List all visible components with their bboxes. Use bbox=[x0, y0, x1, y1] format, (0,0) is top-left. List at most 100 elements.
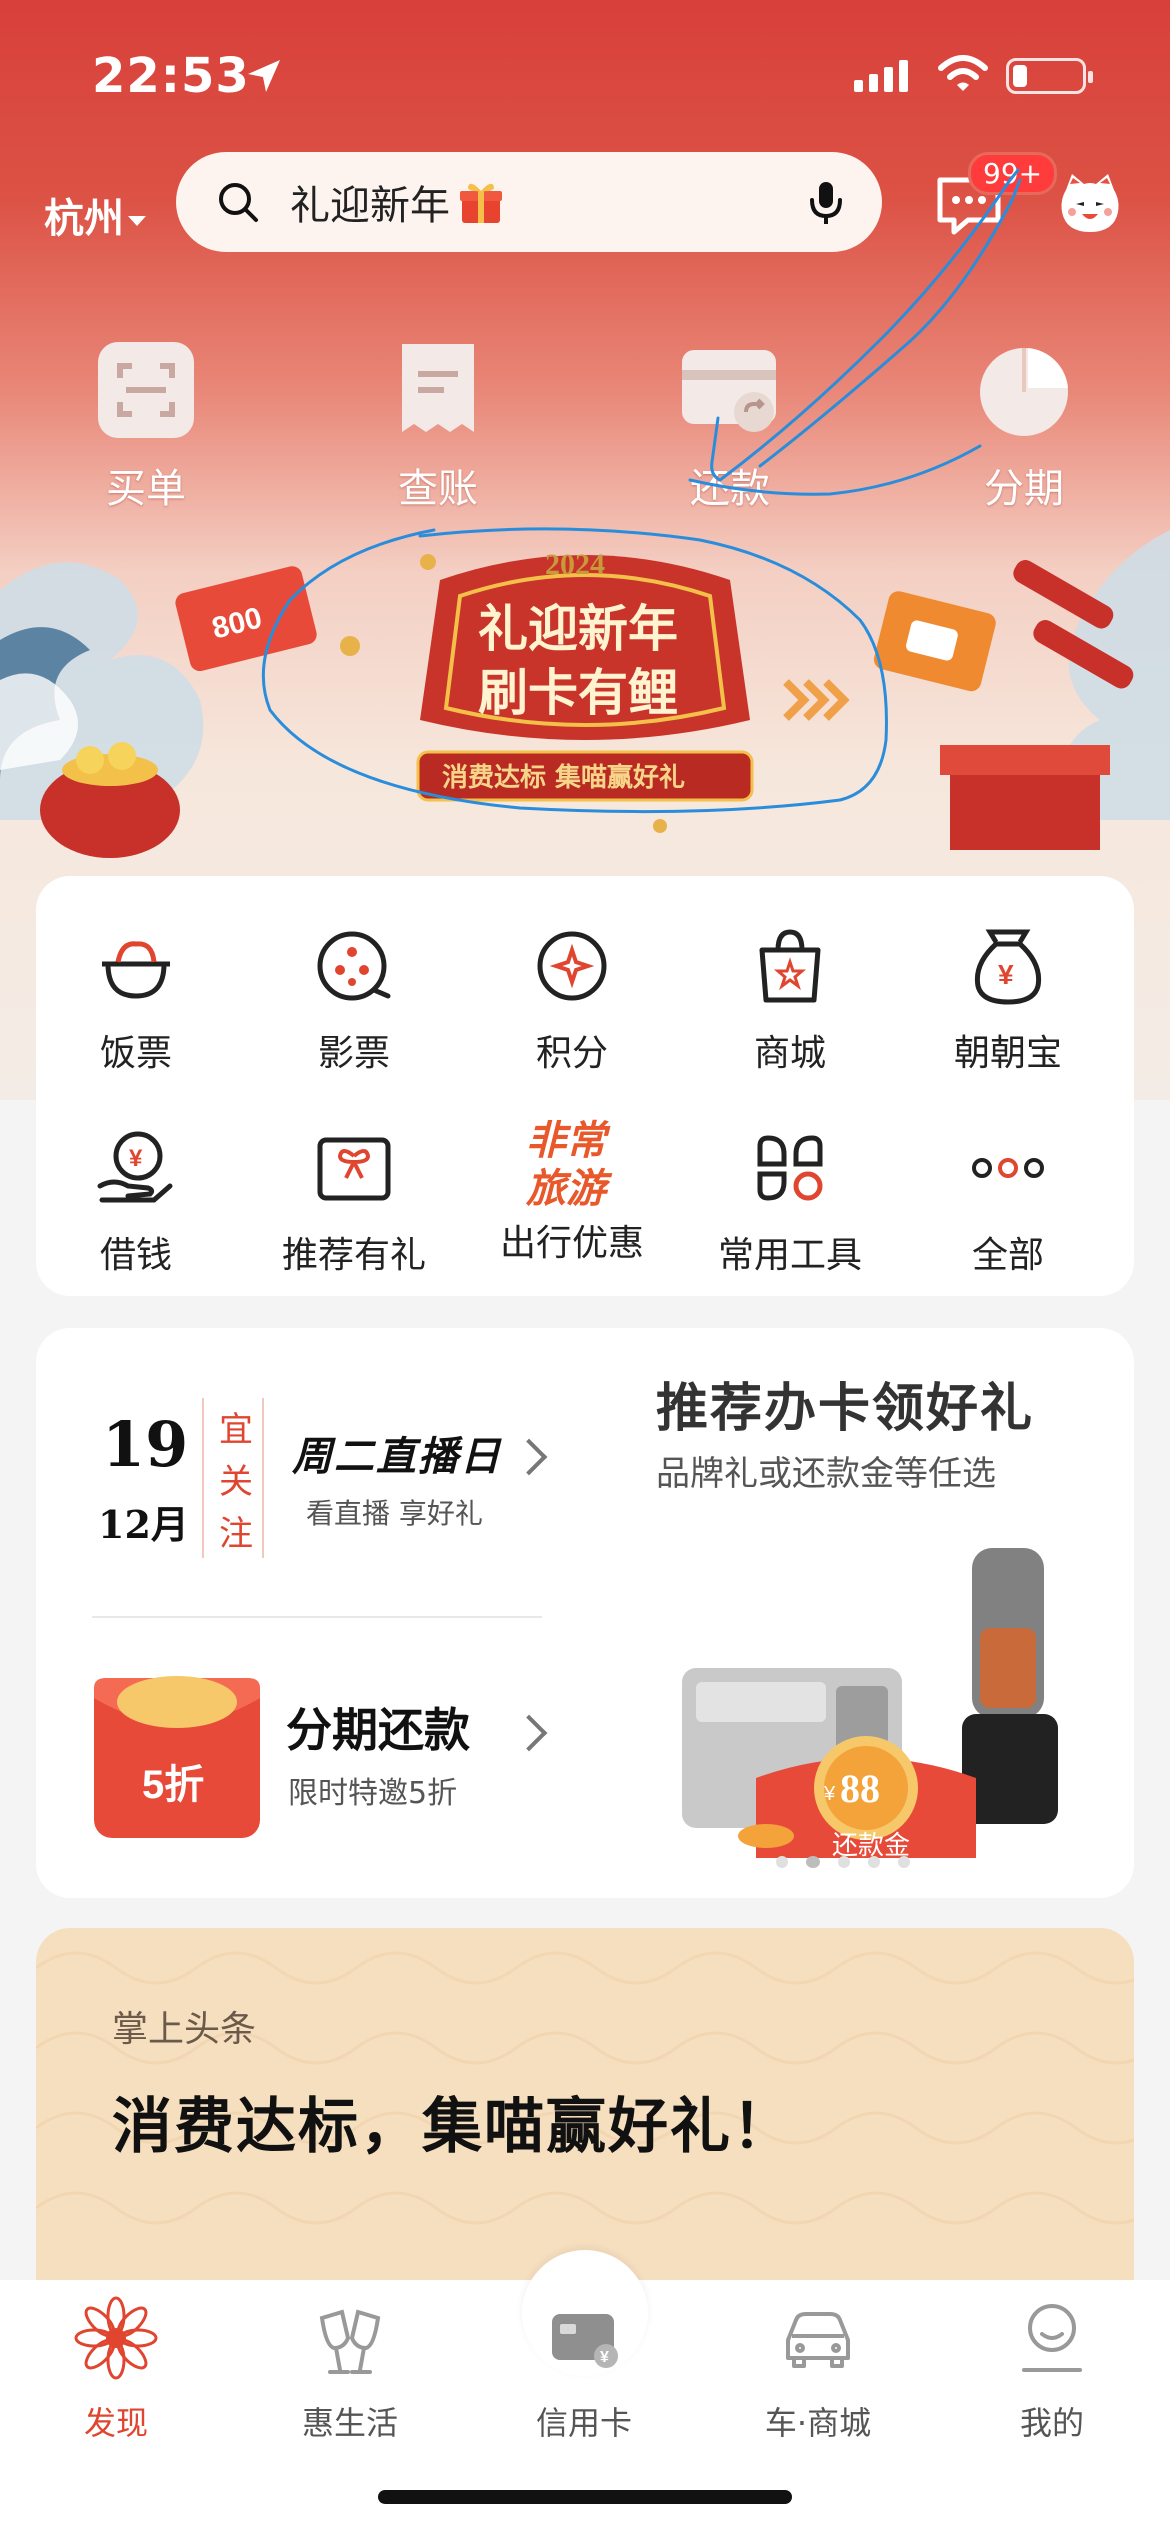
car-icon bbox=[786, 2312, 850, 2368]
tab-discover[interactable]: 发现 bbox=[26, 2296, 206, 2444]
red-envelope-icon: 5折 bbox=[94, 1676, 260, 1838]
menu-item-label: 积分 bbox=[535, 1033, 608, 1074]
installment-subtitle: 限时特邀5折 bbox=[288, 1776, 458, 1811]
menu-item-label: 饭票 bbox=[99, 1033, 172, 1074]
wifi-icon bbox=[938, 55, 988, 91]
credit-card-icon: ¥ bbox=[552, 2314, 618, 2368]
quick-action-bill[interactable]: 查账 bbox=[368, 340, 508, 514]
new-year-banner[interactable]: 800 2024 礼迎新年 刷卡有鲤 消费达标 集喵赢好礼 bbox=[0, 520, 1170, 880]
carousel-indicator bbox=[776, 1856, 910, 1868]
quick-action-label: 查账 bbox=[398, 466, 478, 512]
cellular-signal-icon bbox=[854, 58, 908, 92]
film-reel-icon bbox=[317, 931, 391, 1001]
menu-item-label: 朝朝宝 bbox=[953, 1033, 1062, 1074]
live-title: 周二直播日 bbox=[292, 1434, 502, 1480]
rice-bowl-icon bbox=[102, 941, 170, 999]
tab-label: 信用卡 bbox=[535, 2404, 632, 2442]
tab-car-mall[interactable]: 车·商城 bbox=[728, 2296, 908, 2444]
caret-down-icon bbox=[128, 216, 146, 226]
quick-action-installment[interactable]: 分期 bbox=[954, 340, 1094, 514]
quick-action-label: 还款 bbox=[690, 466, 770, 512]
divider bbox=[92, 1616, 542, 1618]
city-selector[interactable]: 杭州 bbox=[44, 186, 146, 244]
quick-action-pay[interactable]: 买单 bbox=[76, 340, 216, 514]
travel-promo-icon: 非常 旅游 bbox=[525, 1118, 613, 1212]
tab-label: 车·商城 bbox=[764, 2404, 872, 2442]
installment-title: 分期还款 bbox=[286, 1703, 470, 1757]
message-badge: 99+ bbox=[968, 152, 1058, 195]
live-subtitle: 看直播 享好礼 bbox=[306, 1497, 483, 1530]
calendar-month: 12月 bbox=[98, 1502, 189, 1547]
tab-label: 惠生活 bbox=[301, 2404, 398, 2442]
tab-credit-card[interactable]: ¥ 信用卡 bbox=[494, 2296, 674, 2444]
search-icon bbox=[219, 183, 258, 222]
status-time: 22:53 bbox=[92, 48, 250, 104]
service-menu: 饭票 影票 积分 商城 ¥ 朝朝宝 ¥ 借钱 推荐有礼 非常 旅游 出行优惠 常… bbox=[36, 876, 1134, 1296]
envelope-text: 5折 bbox=[142, 1763, 204, 1807]
cheers-glasses-icon bbox=[319, 2309, 381, 2374]
tab-life[interactable]: 惠生活 bbox=[260, 2296, 440, 2444]
loan-hand-icon: ¥ bbox=[97, 1131, 173, 1203]
battery-icon bbox=[1006, 58, 1093, 94]
banner-year: 2024 bbox=[545, 548, 605, 581]
search-bar[interactable]: 礼迎新年 bbox=[176, 152, 882, 252]
recommend-title: 推荐办卡领好礼 bbox=[656, 1378, 1035, 1439]
gift-icon bbox=[460, 183, 502, 223]
headline-title: 消费达标，集喵赢好礼！ bbox=[112, 2092, 794, 2162]
reward-amount: 88 bbox=[840, 1766, 880, 1811]
menu-item-meal-ticket[interactable]: 饭票 bbox=[36, 924, 236, 1076]
scan-pay-icon bbox=[98, 342, 194, 438]
search-placeholder: 礼迎新年 bbox=[290, 183, 450, 229]
points-icon bbox=[537, 931, 607, 1001]
menu-item-label: 全部 bbox=[971, 1235, 1044, 1276]
recommend-subtitle: 品牌礼或还款金等任选 bbox=[656, 1454, 996, 1494]
chevron-right-icon bbox=[510, 1714, 548, 1752]
city-label: 杭州 bbox=[44, 196, 124, 242]
quick-action-label: 分期 bbox=[984, 466, 1064, 512]
tab-profile[interactable]: 我的 bbox=[962, 2296, 1142, 2444]
bill-icon bbox=[402, 344, 474, 432]
chevron-right-icon bbox=[510, 1438, 548, 1476]
microphone-icon[interactable] bbox=[806, 178, 846, 226]
banner-subtitle: 消费达标 集喵赢好礼 bbox=[442, 762, 685, 793]
menu-item-all[interactable]: 全部 bbox=[908, 1126, 1108, 1278]
discover-flower-icon bbox=[74, 2296, 158, 2380]
money-bag-icon: ¥ bbox=[974, 929, 1042, 1005]
almanac-text: 宜关注 bbox=[219, 1410, 253, 1554]
app-screen: 22:53 杭州 礼迎新年 99+ 买单 查账 还款 分期 800 2024 礼… bbox=[0, 0, 1170, 2532]
banner-title-1: 礼迎新年 bbox=[478, 599, 678, 658]
promo-card: 19 12月 宜关注 周二直播日 看直播 享好礼 5折 分期还款 限时特邀5折 … bbox=[36, 1328, 1134, 1898]
menu-item-tools[interactable]: 常用工具 bbox=[690, 1126, 890, 1278]
divider bbox=[262, 1398, 264, 1558]
menu-item-mall[interactable]: 商城 bbox=[690, 924, 890, 1076]
shopping-bag-icon bbox=[759, 929, 821, 1003]
menu-item-label: 借钱 bbox=[99, 1235, 172, 1276]
profile-icon bbox=[1022, 2304, 1082, 2372]
tab-label: 我的 bbox=[1019, 2404, 1084, 2442]
menu-item-zhaozhaobao[interactable]: ¥ 朝朝宝 bbox=[908, 924, 1108, 1076]
menu-item-label: 影票 bbox=[317, 1033, 390, 1074]
banner-title-2: 刷卡有鲤 bbox=[478, 663, 678, 722]
menu-item-borrow[interactable]: ¥ 借钱 bbox=[36, 1126, 236, 1278]
svg-text:¥: ¥ bbox=[600, 2349, 609, 2366]
menu-item-label: 出行优惠 bbox=[499, 1223, 644, 1264]
travel-art-line2: 旅游 bbox=[525, 1166, 613, 1210]
product-illustration: 88 ¥ 还款金 bbox=[682, 1548, 1058, 1861]
menu-item-travel[interactable]: 非常 旅游 出行优惠 bbox=[472, 1114, 672, 1266]
menu-item-label: 推荐有礼 bbox=[281, 1235, 426, 1276]
svg-text:¥: ¥ bbox=[998, 959, 1014, 990]
travel-art-line1: 非常 bbox=[526, 1118, 611, 1164]
tools-icon bbox=[757, 1135, 823, 1201]
quick-action-repay[interactable]: 还款 bbox=[660, 340, 800, 514]
menu-item-points[interactable]: 积分 bbox=[472, 924, 672, 1076]
home-indicator bbox=[378, 2490, 792, 2504]
installment-pie-icon bbox=[980, 348, 1068, 436]
tab-label: 发现 bbox=[83, 2404, 148, 2442]
location-arrow-icon bbox=[248, 60, 280, 92]
menu-item-referral[interactable]: 推荐有礼 bbox=[254, 1126, 454, 1278]
cat-avatar-icon[interactable] bbox=[1056, 170, 1124, 238]
status-bar: 22:53 bbox=[0, 48, 1170, 108]
repay-card-icon bbox=[682, 350, 776, 432]
menu-item-movie-ticket[interactable]: 影票 bbox=[254, 924, 454, 1076]
svg-text:¥: ¥ bbox=[823, 1783, 836, 1805]
